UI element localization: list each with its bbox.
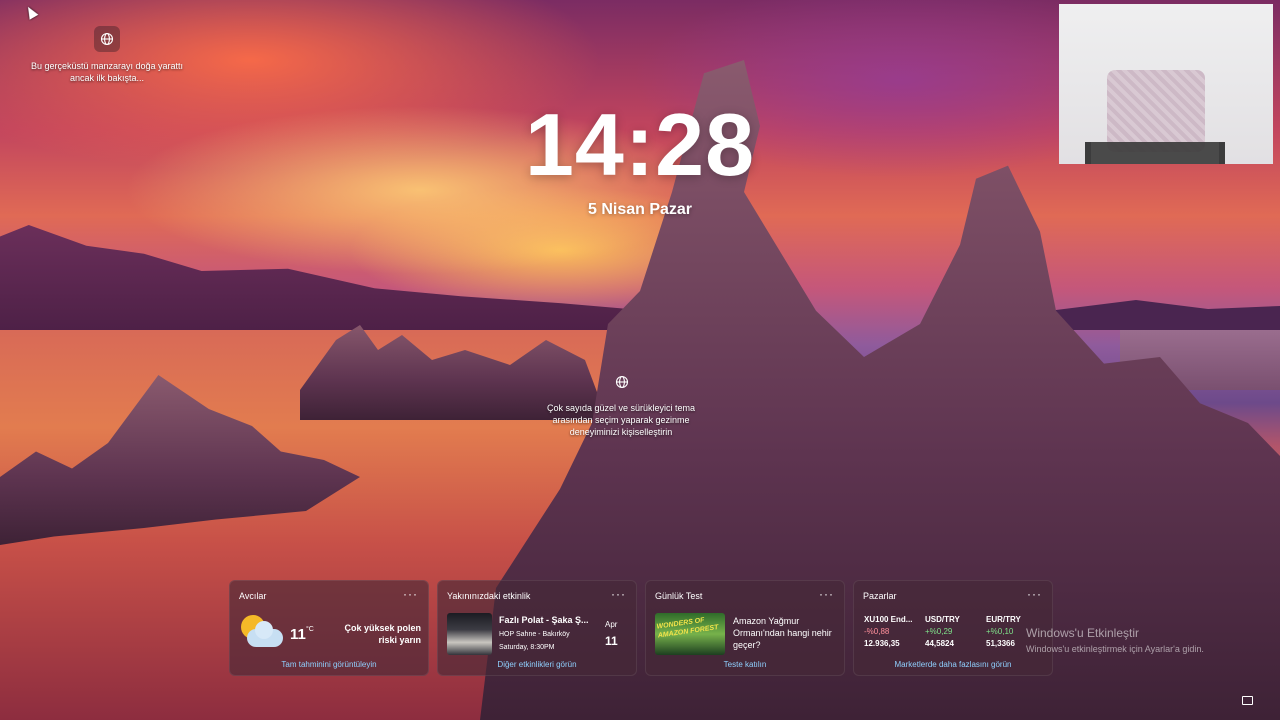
market-value: 12.936,35: [864, 639, 900, 648]
weather-location: Avcılar: [239, 591, 267, 601]
weather-more-icon[interactable]: ···: [403, 587, 418, 601]
market-change: +%0,29: [925, 627, 953, 636]
event-widget[interactable]: Yakınınızdaki etkinlik ··· Fazlı Polat -…: [437, 580, 637, 676]
take-quiz-link[interactable]: Teste katılın: [646, 660, 844, 669]
market-name: XU100 End...: [864, 615, 913, 624]
theme-globe-icon[interactable]: [609, 369, 635, 395]
market-item-usdtry[interactable]: USD/TRY +%0,29 44,5824: [925, 615, 977, 648]
market-change: -%0,88: [864, 627, 890, 636]
accessibility-icon[interactable]: [1242, 696, 1253, 705]
partly-cloudy-icon: [239, 615, 283, 651]
distant-hills: [1040, 300, 1280, 330]
event-thumbnail[interactable]: [447, 613, 492, 655]
markets-more-icon[interactable]: ···: [1027, 587, 1042, 601]
lock-date: 5 Nisan Pazar: [587, 201, 693, 218]
more-markets-link[interactable]: Marketlerde daha fazlasını görün: [854, 660, 1052, 669]
quiz-question[interactable]: Amazon Yağmur Ormanı'ndan hangi nehir ge…: [733, 615, 841, 651]
weather-alert: Çok yüksek polen riski yarın: [344, 623, 421, 645]
weather-temperature: 11: [290, 626, 306, 643]
market-name: USD/TRY: [925, 615, 960, 624]
lock-clock: 14:28: [524, 95, 756, 194]
event-time: Saturday, 8:30PM: [499, 644, 555, 651]
activation-title: Windows'u Etkinleştir: [1026, 626, 1139, 640]
markets-widget-title: Pazarlar: [863, 591, 897, 601]
quiz-widget-title: Günlük Test: [655, 591, 703, 601]
market-name: EUR/TRY: [986, 615, 1021, 624]
spotlight-globe-icon[interactable]: [94, 26, 120, 52]
weather-forecast-link[interactable]: Tam tahminini görüntüleyin: [230, 660, 428, 669]
market-item-xu100[interactable]: XU100 End... -%0,88 12.936,35: [864, 615, 920, 648]
temperature-unit: °C: [306, 626, 314, 633]
event-month: Apr: [605, 620, 618, 629]
more-events-link[interactable]: Diğer etkinlikleri görün: [438, 660, 636, 669]
quiz-thumbnail-label: WONDERS OF AMAZON FOREST: [656, 616, 719, 640]
webcam-preview: [1059, 4, 1273, 164]
markets-widget[interactable]: Pazarlar ··· XU100 End... -%0,88 12.936,…: [853, 580, 1053, 676]
quiz-widget[interactable]: Günlük Test ··· WONDERS OF AMAZON FOREST…: [645, 580, 845, 676]
quiz-more-icon[interactable]: ···: [819, 587, 834, 601]
chair: [1107, 70, 1205, 152]
activation-subtitle: Windows'u etkinleştirmek için Ayarlar'a …: [1026, 644, 1204, 654]
market-value: 44,5824: [925, 639, 954, 648]
event-name[interactable]: Fazlı Polat - Şaka Ş...: [499, 615, 589, 625]
theme-promo-text[interactable]: Çok sayıda güzel ve sürükleyici tema ara…: [536, 402, 706, 438]
event-more-icon[interactable]: ···: [611, 587, 626, 601]
spotlight-caption[interactable]: Bu gerçeküstü manzarayı doğa yarattı anc…: [22, 60, 192, 84]
widget-bar: Avcılar ··· 11 °C Çok yüksek polen riski…: [229, 580, 1053, 676]
quiz-thumbnail[interactable]: WONDERS OF AMAZON FOREST: [655, 613, 725, 655]
event-venue: HOP Sahne - Bakırköy: [499, 631, 570, 638]
activation-watermark: Windows'u Etkinleştir Windows'u etkinleş…: [1026, 626, 1204, 654]
weather-widget[interactable]: Avcılar ··· 11 °C Çok yüksek polen riski…: [229, 580, 429, 676]
chair-base: [1085, 142, 1225, 164]
event-day: 11: [605, 634, 618, 648]
event-widget-title: Yakınınızdaki etkinlik: [447, 591, 531, 601]
